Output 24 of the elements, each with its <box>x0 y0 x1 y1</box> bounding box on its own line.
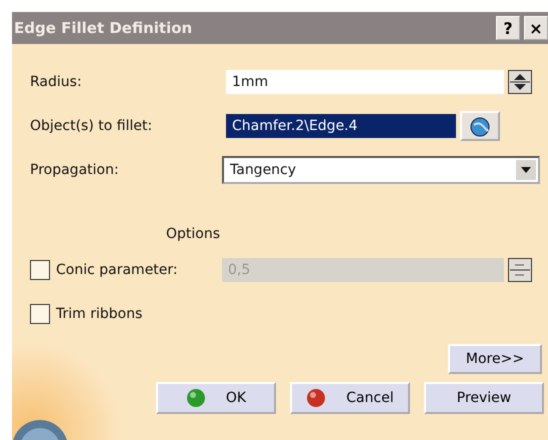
orb-drawing <box>12 420 68 440</box>
select-button[interactable] <box>460 111 500 141</box>
field-label: Object(s) to fillet: <box>30 118 154 134</box>
options-heading: Options <box>164 226 220 242</box>
more-button[interactable]: More>> <box>448 344 542 374</box>
checkbox-label: Trim ribbons <box>56 306 142 322</box>
radius-field[interactable]: 1mm <box>226 70 504 94</box>
checkbox[interactable] <box>30 304 50 324</box>
objects-field[interactable]: Chamfer.2\Edge.4 <box>226 114 456 138</box>
globe-icon <box>469 115 491 137</box>
field-label: Propagation: <box>30 162 120 178</box>
ok-button[interactable]: OK <box>156 382 276 414</box>
preview-button[interactable]: Preview <box>424 382 544 414</box>
cancel-button[interactable]: Cancel <box>290 382 410 414</box>
spinner-icon[interactable] <box>508 258 532 282</box>
field-label: Radius: <box>30 74 83 90</box>
checkbox-label: Conic parameter: <box>56 262 178 278</box>
ball-icon <box>306 388 326 408</box>
spinner-icon[interactable] <box>508 70 532 94</box>
ball-icon <box>186 388 206 408</box>
close-button[interactable]: × <box>524 16 548 40</box>
help-button[interactable]: ? <box>496 16 520 40</box>
window-title: Edge Fillet Definition <box>14 19 192 37</box>
propagation-dropdown[interactable]: Tangency <box>222 156 540 184</box>
